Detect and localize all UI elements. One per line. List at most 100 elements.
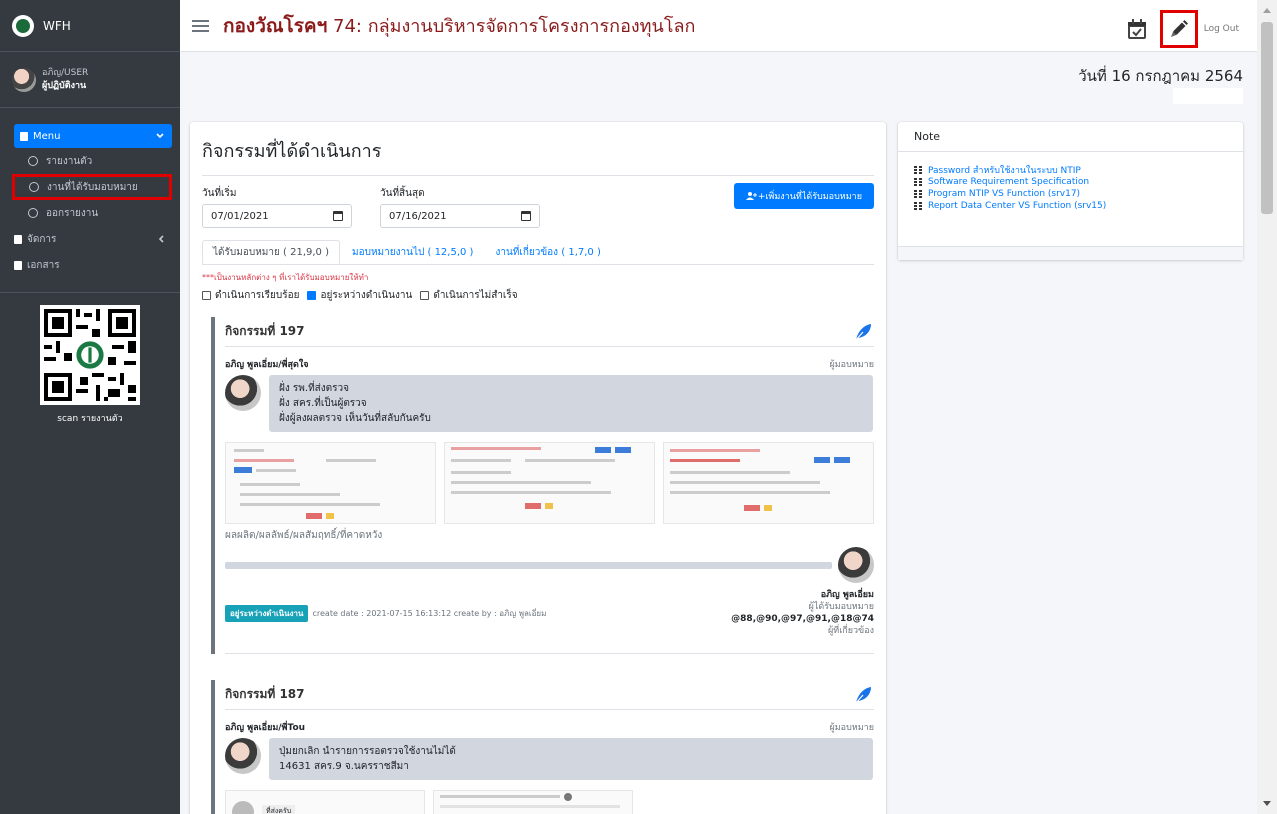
attachment-thumbnail[interactable] <box>225 442 436 524</box>
sidebar-divider <box>0 292 180 293</box>
message-line: ฝั่ง สคร.ที่เป็นผู้ตรวจ <box>279 398 367 409</box>
message-line: ปุ่มยกเลิก นำรายการรอตรวจใช้งานไม่ได้ <box>279 746 456 757</box>
sidebar: WFH อภิญ/USER ผู้ปฏิบัติงาน Menu รายงานต… <box>0 0 180 814</box>
scrollbar-thumb[interactable] <box>1261 22 1273 214</box>
checkbox[interactable] <box>202 291 211 300</box>
filter-label: ดำเนินการไม่สำเร็จ <box>433 290 518 301</box>
user-role: ผู้ปฏิบัติงาน <box>42 80 87 91</box>
filter-label: อยู่ระหว่างดำเนินงาน <box>320 290 413 301</box>
filter-completed[interactable]: ดำเนินการเรียบร้อย <box>202 288 299 303</box>
sidebar-group-documents[interactable]: เอกสาร <box>14 252 172 278</box>
brand-link[interactable]: WFH <box>0 0 180 52</box>
related-users: @88,@90,@97,@91,@18@74 <box>731 614 874 624</box>
sidebar-item-export-report[interactable]: ออกรายงาน <box>14 200 172 226</box>
page-title: กองวัณโรคฯ 74: กลุ่มงานบริหารจัดการโครงก… <box>223 11 695 41</box>
calendar-icon[interactable] <box>333 211 343 221</box>
feather-icon[interactable] <box>852 321 874 343</box>
manage-icon <box>14 234 22 244</box>
filter-failed[interactable]: ดำเนินการไม่สำเร็จ <box>420 288 518 303</box>
activity-item: กิจกรรมที่ 197 อภิญ พูลเอี่ยม/พี่สุดใจ ผู… <box>211 317 874 654</box>
sidebar-item-label: รายงานตัว <box>46 155 93 167</box>
message-line: 14631 สคร.9 จ.นครราชสีมา <box>279 761 409 772</box>
pencil-icon <box>1170 20 1188 37</box>
note-link-report-data-center[interactable]: Report Data Center VS Function (srv15) <box>914 200 1243 212</box>
edit-button[interactable] <box>1159 10 1198 48</box>
qr-code <box>40 305 140 405</box>
document-icon <box>14 260 22 270</box>
attachment-thumbnail[interactable]: ที่ส่งครับ <box>225 790 425 814</box>
assigner-role: ผู้มอบหมาย <box>829 360 874 370</box>
sidebar-item-label: งานที่ได้รับมอบหมาย <box>47 181 138 193</box>
sidebar-group-manage[interactable]: จัดการ <box>14 226 172 252</box>
feather-icon[interactable] <box>852 684 874 706</box>
users-plus-icon <box>745 192 757 200</box>
user-avatar <box>12 67 36 92</box>
note-link-label: Program NTIP VS Function (srv17) <box>928 189 1081 199</box>
attachment-thumbnail[interactable] <box>433 790 633 814</box>
sidebar-group-label: จัดการ <box>27 233 57 245</box>
status-badge: อยู่ระหว่างดำเนินงาน <box>225 604 309 622</box>
activities-title: กิจกรรมที่ได้ดำเนินการ <box>202 136 874 176</box>
tab-related[interactable]: งานที่เกี่ยวข้อง ( 1,7,0 ) <box>485 240 610 264</box>
note-link-ntip-password[interactable]: Password สำหรับใช้งานในระบบ NTIP <box>914 164 1243 176</box>
note-link-srs[interactable]: Software Requirement Specification <box>914 176 1243 188</box>
chevron-down-icon <box>156 133 164 139</box>
end-date-input[interactable]: 07/16/2021 <box>380 204 540 228</box>
user-name: อภิญ/USER <box>42 67 89 78</box>
sidebar-item-assigned-tasks[interactable]: งานที่ได้รับมอบหมาย <box>12 174 172 200</box>
page-title-sub: 74: กลุ่มงานบริหารจัดการโครงการกองทุนโลก <box>327 15 696 37</box>
page-scrollbar[interactable] <box>1257 0 1277 814</box>
attachment-thumbnail[interactable] <box>444 442 655 524</box>
calendar-icon[interactable] <box>521 211 531 221</box>
checkbox[interactable] <box>420 291 430 300</box>
message-line: ฝั่ง รพ.ที่ส่งตรวจ <box>279 383 349 394</box>
department-logo-icon <box>12 14 34 37</box>
activity-item: กิจกรรมที่ 187 อภิญ พูลเอี่ยม/พี่Tou ผู้ม… <box>211 680 874 814</box>
attachment-screenshots: ที่ส่งครับ <box>225 790 874 814</box>
sidebar-item-report-in[interactable]: รายงานตัว <box>14 148 172 174</box>
assignee-name: อภิญ พูลเอี่ยม <box>820 590 874 600</box>
expected-result-label: ผลผลิต/ผลลัพธ์/ผลสัมฤทธิ์/ที่คาดหวัง <box>225 530 383 541</box>
note-link-program-ntip[interactable]: Program NTIP VS Function (srv17) <box>914 188 1243 200</box>
circle-icon <box>29 182 39 192</box>
assigner-name: อภิญ พูลเอี่ยม/พี่สุดใจ <box>225 360 309 370</box>
scroll-up-arrow-icon[interactable] <box>1263 8 1271 13</box>
message-bubble: ปุ่มยกเลิก นำรายการรอตรวจใช้งานไม่ได้ 14… <box>269 738 873 780</box>
hamburger-menu-icon[interactable] <box>192 19 209 32</box>
avatar <box>838 547 874 583</box>
end-date-label: วันที่สิ้นสุด <box>380 188 425 199</box>
message-line: ฝั่งผู้ลงผลตรวจ เห็นวันที่สลับกันครับ <box>279 413 431 424</box>
checkbox-checked[interactable] <box>307 291 317 300</box>
filter-in-progress[interactable]: อยู่ระหว่างดำเนินงาน <box>307 288 412 303</box>
calendar-check-icon[interactable] <box>1126 18 1148 40</box>
user-panel[interactable]: อภิญ/USER ผู้ปฏิบัติงาน <box>0 52 180 108</box>
tab-assigned-out[interactable]: มอบหมายงานไป ( 12,5,0 ) <box>342 240 483 264</box>
related-role: ผู้ที่เกี่ยวข้อง <box>827 626 874 636</box>
tab-assigned-to-me[interactable]: ได้รับมอบหมาย ( 21,9,0 ) <box>202 240 340 264</box>
grip-icon <box>914 189 922 199</box>
circle-icon <box>28 208 38 218</box>
note-title: Note <box>898 122 1243 152</box>
note-link-label: Software Requirement Specification <box>928 177 1090 187</box>
assignee-role: ผู้ได้รับมอบหมาย <box>808 602 874 612</box>
logout-link[interactable]: Log Out <box>1204 24 1239 34</box>
start-date-input[interactable]: 07/01/2021 <box>202 204 352 228</box>
menu-icon <box>20 131 28 141</box>
end-date-value: 07/16/2021 <box>389 210 447 222</box>
reply-bubble <box>225 561 832 569</box>
avatar <box>225 375 261 411</box>
attachment-thumbnail[interactable] <box>663 442 874 524</box>
attachment-screenshots <box>225 442 874 524</box>
task-tabs: ได้รับมอบหมาย ( 21,9,0 ) มอบหมายงานไป ( … <box>202 240 874 265</box>
sidebar-nav: Menu รายงานตัว งานที่ได้รับมอบหมาย ออกรา… <box>0 108 180 278</box>
scroll-down-arrow-icon[interactable] <box>1263 801 1271 806</box>
grip-icon <box>914 165 922 175</box>
created-info: create date : 2021-07-15 16:13:12 create… <box>312 608 547 618</box>
tab-note: ***เป็นงานหลักต่าง ๆ ที่เราได้รับมอบหมาย… <box>202 273 369 282</box>
note-card: Note Password สำหรับใช้งานในระบบ NTIP So… <box>898 122 1243 260</box>
sidebar-menu-toggle[interactable]: Menu <box>14 124 172 148</box>
activity-title: กิจกรรมที่ 187 <box>225 687 305 701</box>
note-footer <box>898 246 1243 260</box>
note-link-label: Report Data Center VS Function (srv15) <box>928 201 1107 211</box>
add-assigned-task-button[interactable]: +เพิ่มงานที่ได้รับมอบหมาย <box>733 183 874 209</box>
